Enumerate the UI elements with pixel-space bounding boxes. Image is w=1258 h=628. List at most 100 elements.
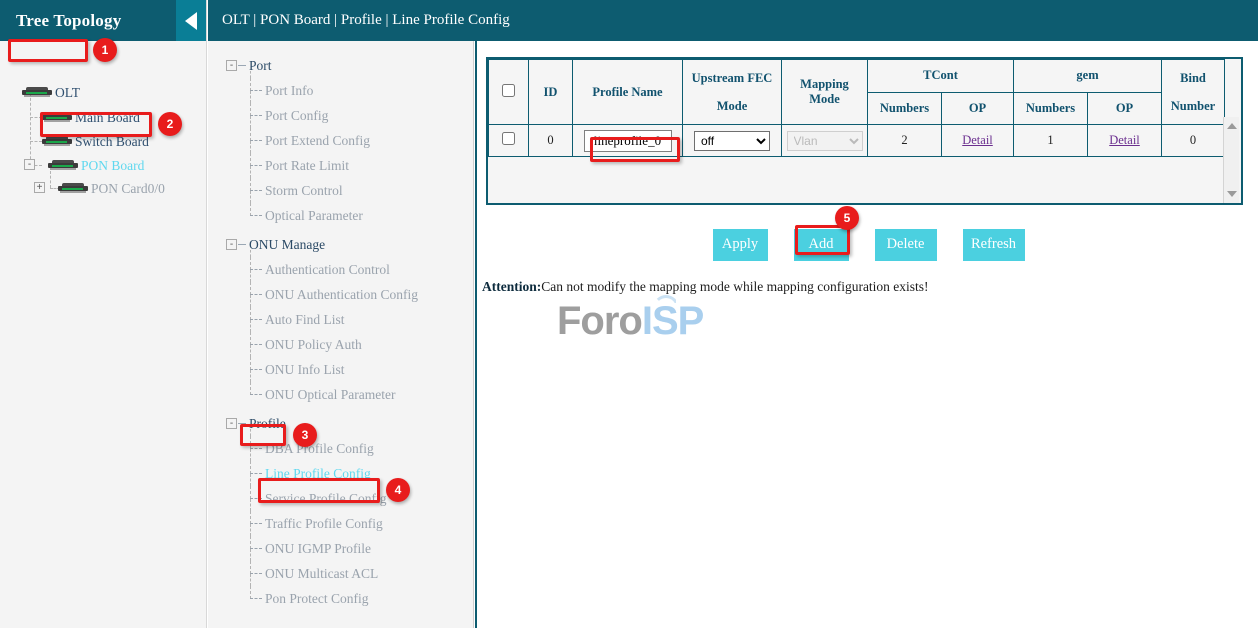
menu-expander-onu-manage[interactable]: - [226, 239, 237, 250]
refresh-button[interactable]: Refresh [963, 229, 1025, 261]
cell-gem-numbers: 1 [1014, 125, 1088, 157]
bind-line1: Bind [1164, 64, 1222, 92]
tree-node-label: Switch Board [75, 130, 149, 153]
upstream-fec-line1: Upstream FEC [685, 64, 779, 92]
cell-id: 0 [529, 125, 573, 157]
menu-item-pon-protect-config[interactable]: Pon Protect Config [208, 586, 473, 611]
menu-expander-profile[interactable]: - [226, 418, 237, 429]
menu-item-onu-policy-auth[interactable]: ONU Policy Auth [208, 332, 473, 357]
menu-item-label: Authentication Control [265, 262, 390, 277]
menu-item-onu-authentication-config[interactable]: ONU Authentication Config [208, 282, 473, 307]
triangle-down-icon[interactable] [1227, 191, 1237, 197]
menu-item-port-info[interactable]: Port Info [208, 78, 473, 103]
menu-item-port-extend-config[interactable]: Port Extend Config [208, 128, 473, 153]
cell-upstream-fec-mode: off [683, 125, 782, 157]
menu-connector-line [250, 429, 251, 436]
column-header-tcont-numbers: Numbers [868, 92, 942, 125]
column-header-gem-numbers: Numbers [1014, 92, 1088, 125]
select-all-header [489, 60, 529, 125]
menu-group-onu-manage[interactable]: - ONU Manage [208, 232, 473, 257]
device-icon [42, 112, 72, 123]
cell-tcont-numbers: 2 [868, 125, 942, 157]
content-area: ID Profile Name Upstream FEC Mode Mappin… [475, 41, 1258, 628]
menu-item-port-rate-limit[interactable]: Port Rate Limit [208, 153, 473, 178]
apply-button[interactable]: Apply [713, 229, 768, 261]
watermark-part1: Foro [557, 299, 642, 343]
menu-item-traffic-profile-config[interactable]: Traffic Profile Config [208, 511, 473, 536]
gem-detail-link[interactable]: Detail [1109, 133, 1140, 147]
tree-expander-pon-card[interactable]: + [34, 182, 45, 193]
menu-item-onu-info-list[interactable]: ONU Info List [208, 357, 473, 382]
mapping-mode-select[interactable]: Vlan [787, 131, 863, 151]
tree-connector-line [30, 141, 42, 142]
menu-expander-port[interactable]: - [226, 60, 237, 71]
tree-expander-pon-board[interactable]: - [24, 159, 35, 170]
menu-item-label: Storm Control [265, 183, 343, 198]
tree-topology-panel: Tree Topology OLT [0, 0, 207, 628]
tree-connector-line [30, 117, 42, 118]
sidebar-collapse-button[interactable] [176, 0, 206, 41]
menu-item-label: Port Info [265, 83, 313, 98]
delete-button[interactable]: Delete [875, 229, 937, 261]
menu-item-onu-optical-parameter[interactable]: ONU Optical Parameter [208, 382, 473, 407]
menu-group-port[interactable]: - Port [208, 53, 473, 78]
menu-item-onu-igmp-profile[interactable]: ONU IGMP Profile [208, 536, 473, 561]
triangle-up-icon[interactable] [1227, 123, 1237, 129]
menu-item-service-profile-config[interactable]: Service Profile Config [208, 486, 473, 511]
upstream-fec-line2: Mode [685, 92, 779, 120]
tree-node-pon-card[interactable]: PON Card0/0 [58, 177, 165, 200]
add-button[interactable]: Add [794, 229, 849, 261]
column-header-tcont-op: OP [942, 92, 1014, 125]
tree-topology-header: Tree Topology [0, 0, 206, 41]
select-all-checkbox[interactable] [502, 84, 515, 97]
table-vertical-scrollbar[interactable] [1223, 117, 1239, 203]
menu-item-label: ONU Policy Auth [265, 337, 362, 352]
menu-group-label: ONU Manage [249, 237, 325, 252]
app-root: Tree Topology OLT [0, 0, 1258, 628]
menu-item-authentication-control[interactable]: Authentication Control [208, 257, 473, 282]
menu-item-storm-control[interactable]: Storm Control [208, 178, 473, 203]
menu-group-dash [238, 244, 246, 245]
tree-node-pon-board[interactable]: PON Board [48, 154, 144, 177]
tree-node-olt[interactable]: OLT [22, 81, 80, 104]
menu-item-label: Port Extend Config [265, 133, 370, 148]
menu-group-label: Port [249, 58, 272, 73]
menu-item-label: Port Rate Limit [265, 158, 349, 173]
column-group-header-gem: gem [1014, 60, 1162, 93]
tree-node-label: PON Card0/0 [91, 177, 165, 200]
menu-item-label: ONU IGMP Profile [265, 541, 371, 556]
device-icon [22, 87, 52, 98]
table-row: 0 off Vlan [489, 125, 1225, 157]
cell-gem-op: Detail [1088, 125, 1162, 157]
tree-node-switch-board[interactable]: Switch Board [42, 130, 149, 153]
cell-bind-number: 0 [1162, 125, 1225, 157]
column-header-bind-number: Bind Number [1162, 60, 1225, 125]
cell-tcont-op: Detail [942, 125, 1014, 157]
profile-name-input[interactable] [584, 130, 672, 152]
tree-node-main-board[interactable]: Main Board [42, 106, 140, 129]
row-checkbox[interactable] [502, 132, 515, 145]
action-button-row: Apply Add Delete Refresh [477, 229, 1258, 261]
device-icon [48, 160, 78, 171]
menu-group-dash [238, 65, 246, 66]
menu-item-optical-parameter[interactable]: Optical Parameter [208, 203, 473, 228]
menu-item-auto-find-list[interactable]: Auto Find List [208, 307, 473, 332]
menu-group-label: Profile [249, 416, 286, 431]
tcont-detail-link[interactable]: Detail [962, 133, 993, 147]
menu-item-line-profile-config[interactable]: Line Profile Config [208, 461, 473, 486]
upstream-fec-mode-select[interactable]: off [694, 131, 770, 151]
menu-item-label: ONU Authentication Config [265, 287, 418, 302]
column-header-upstream-fec-mode: Upstream FEC Mode [683, 60, 782, 125]
menu-item-dba-profile-config[interactable]: DBA Profile Config [208, 436, 473, 461]
menu-item-label: Traffic Profile Config [265, 516, 383, 531]
line-profile-table-container: ID Profile Name Upstream FEC Mode Mappin… [486, 57, 1243, 205]
menu-item-onu-multicast-acl[interactable]: ONU Multicast ACL [208, 561, 473, 586]
menu-group-profile[interactable]: - Profile [208, 411, 473, 436]
menu-connector-line [250, 250, 251, 257]
device-icon [42, 136, 72, 147]
menu-item-port-config[interactable]: Port Config [208, 103, 473, 128]
wifi-arc-icon [653, 295, 679, 308]
column-header-mapping-mode: Mapping Mode [782, 60, 868, 125]
menu-item-label: Service Profile Config [265, 491, 386, 506]
cell-profile-name [573, 125, 683, 157]
